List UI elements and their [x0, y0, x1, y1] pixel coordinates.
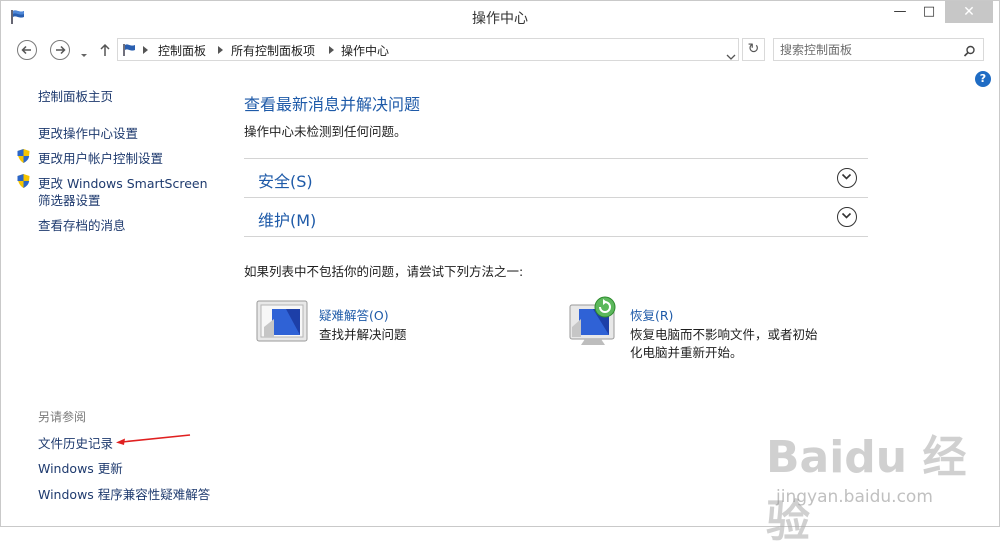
control-panel-window: 操作中心 — □ ✕ 控制面板 所有控制面板项 操作中心 ↻ 搜索控制面板 ? … [0, 0, 1000, 547]
status-message: 操作中心未检测到任何问题。 [244, 124, 407, 139]
troubleshooting-link[interactable]: 疑难解答(O) [319, 305, 389, 324]
chevron-down-icon [841, 212, 852, 219]
red-annotation-arrow [114, 431, 194, 450]
watermark-url: jingyan.baidu.com [776, 487, 933, 507]
see-also-heading: 另请参阅 [38, 410, 87, 424]
troubleshoot-monitor-icon[interactable] [256, 299, 308, 343]
expand-security-button[interactable] [837, 168, 857, 188]
refresh-button[interactable]: ↻ [742, 38, 765, 61]
file-history-link[interactable]: 文件历史记录 [38, 433, 113, 452]
chevron-down-icon [841, 173, 852, 180]
search-box[interactable] [773, 38, 984, 61]
navigation-bar: 控制面板 所有控制面板项 操作中心 ↻ [1, 33, 999, 67]
recent-locations-dropdown[interactable] [79, 45, 89, 57]
watermark-brand: Baidu 经验 [766, 432, 967, 547]
up-arrow-icon [100, 43, 110, 56]
baidu-jingyan-watermark: Baidu 经验 jingyan.baidu.com [766, 421, 996, 547]
maintenance-section-label[interactable]: 维护(M) [258, 207, 316, 231]
breadcrumb-all-items[interactable]: 所有控制面板项 [231, 42, 315, 59]
change-action-center-settings-link[interactable]: 更改操作中心设置 [38, 123, 138, 142]
chevron-down-icon [81, 54, 87, 57]
title-bar: 操作中心 — □ ✕ [1, 1, 999, 33]
maximize-button[interactable]: □ [915, 1, 943, 23]
up-button[interactable] [98, 42, 112, 58]
back-arrow-icon [21, 45, 31, 55]
windows-update-link[interactable]: Windows 更新 [38, 458, 123, 477]
address-bar[interactable]: 控制面板 所有控制面板项 操作中心 [117, 38, 739, 61]
recovery-monitor-icon[interactable] [567, 295, 623, 347]
address-history-dropdown[interactable] [726, 46, 736, 65]
troubleshooting-description: 查找并解决问题 [319, 327, 407, 342]
expand-maintenance-button[interactable] [837, 207, 857, 227]
control-panel-home-link[interactable]: 控制面板主页 [38, 86, 113, 105]
control-panel-flag-icon [122, 42, 138, 61]
alternative-methods-text: 如果列表中不包括你的问题，请尝试下列方法之一: [244, 264, 524, 279]
breadcrumb-control-panel[interactable]: 控制面板 [158, 42, 206, 59]
change-smartscreen-settings-link-line2[interactable]: 筛选器设置 [38, 190, 101, 209]
program-compatibility-troubleshooter-link[interactable]: Windows 程序兼容性疑难解答 [38, 484, 210, 503]
change-uac-settings-link[interactable]: 更改用户帐户控制设置 [38, 148, 163, 167]
page-title: 查看最新消息并解决问题 [244, 95, 421, 114]
maintenance-section[interactable]: 维护(M) [244, 197, 868, 237]
back-button[interactable] [17, 40, 37, 60]
breadcrumb-action-center[interactable]: 操作中心 [341, 42, 389, 59]
window-title: 操作中心 [472, 11, 528, 27]
help-button[interactable]: ? [975, 71, 991, 87]
recovery-link[interactable]: 恢复(R) [630, 305, 673, 324]
forward-arrow-icon [56, 45, 66, 55]
chevron-down-icon [726, 54, 736, 60]
breadcrumb-separator-icon[interactable] [218, 46, 223, 54]
minimize-button[interactable]: — [886, 1, 914, 23]
security-section-label[interactable]: 安全(S) [258, 168, 313, 192]
recovery-description-line2: 化电脑并重新开始。 [630, 345, 743, 360]
close-button[interactable]: ✕ [945, 1, 993, 23]
recovery-description-line1: 恢复电脑而不影响文件，或者初始 [630, 327, 818, 342]
breadcrumb-separator-icon[interactable] [329, 46, 334, 54]
breadcrumb-separator-icon [143, 46, 148, 54]
security-section[interactable]: 安全(S) [244, 158, 868, 197]
search-icon[interactable] [963, 43, 976, 62]
uac-shield-icon [16, 148, 31, 164]
uac-shield-icon [16, 173, 31, 189]
forward-button[interactable] [50, 40, 70, 60]
view-archived-messages-link[interactable]: 查看存档的消息 [38, 215, 126, 234]
search-input[interactable] [780, 41, 955, 58]
